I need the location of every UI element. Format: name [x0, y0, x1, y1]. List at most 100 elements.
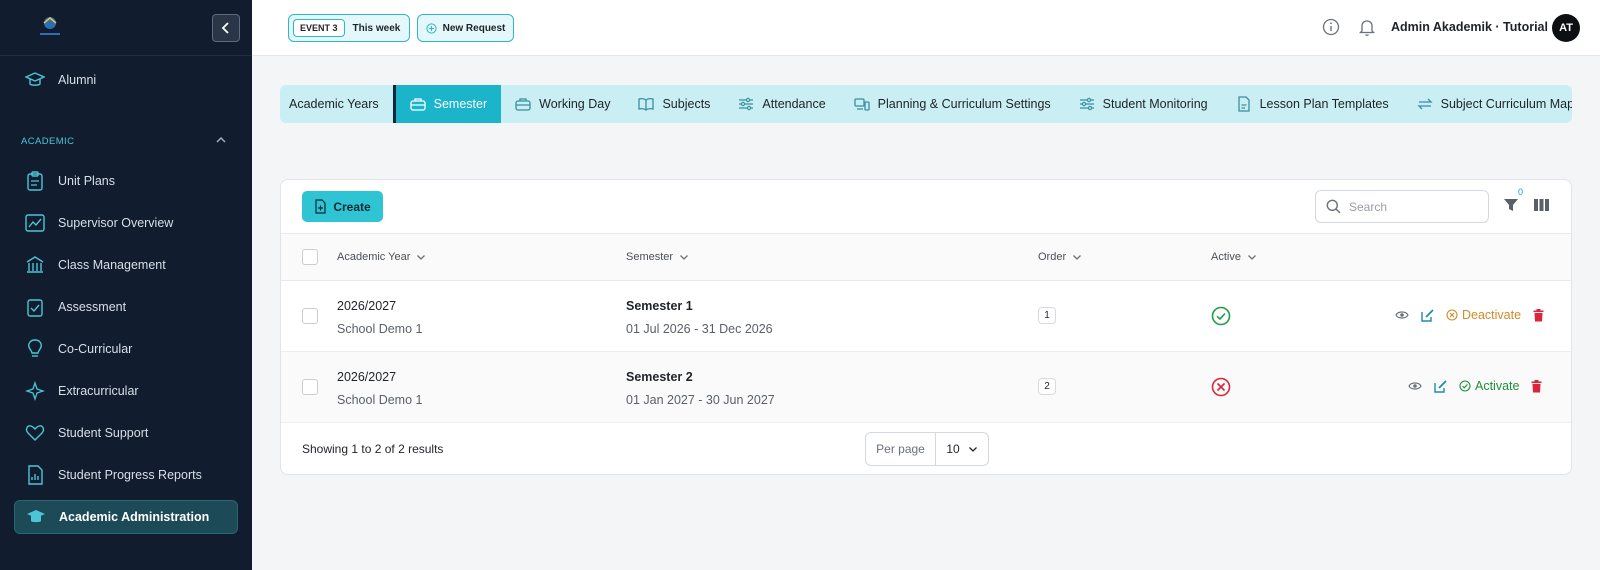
settings-tabs: Academic Years Semester Working Day Subj… [280, 85, 1572, 123]
eye-icon[interactable] [1395, 310, 1409, 320]
sidebar: Alumni ACADEMIC Unit Plans Supervisor Ov… [0, 0, 252, 570]
activate-button[interactable]: Activate [1459, 379, 1519, 393]
table-row: 2026/2027 School Demo 1 Semester 1 01 Ju… [281, 281, 1571, 352]
sidebar-item-class-management[interactable]: Class Management [14, 248, 238, 282]
chevron-down-icon [1073, 255, 1082, 260]
per-page-number: 10 [946, 442, 960, 456]
sidebar-item-academic-administration[interactable]: Academic Administration [14, 500, 238, 534]
tab-label: Student Monitoring [1102, 97, 1208, 111]
swap-icon [1417, 96, 1433, 112]
devices-icon [854, 96, 870, 112]
sidebar-item-alumni[interactable]: Alumni [14, 63, 238, 97]
chevron-down-icon [1248, 255, 1256, 260]
clipboard-check-icon [24, 296, 46, 318]
semester-dates: 01 Jan 2027 - 30 Jun 2027 [626, 393, 775, 407]
plus-circle-icon [425, 22, 437, 34]
sidebar-item-label: Co-Curricular [58, 342, 133, 356]
sidebar-item-unit-plans[interactable]: Unit Plans [14, 164, 238, 198]
new-request-button[interactable]: New Request [417, 14, 514, 42]
event-pill[interactable]: EVENT 3 This week [288, 14, 410, 42]
tab-academic-years[interactable]: Academic Years [280, 85, 393, 123]
filter-icon[interactable] [1503, 197, 1519, 213]
tab-subject-curriculum-mapping[interactable]: Subject Curriculum Mappi [1403, 85, 1572, 123]
search-icon [1326, 199, 1341, 214]
check-circle-icon [1211, 306, 1231, 326]
chart-icon [24, 212, 46, 234]
filter-count-badge: 0 [1518, 187, 1524, 197]
report-icon [24, 464, 46, 486]
chevron-up-icon[interactable] [215, 135, 227, 145]
column-header-order[interactable]: Order [1038, 251, 1082, 263]
tab-working-day[interactable]: Working Day [501, 85, 624, 123]
event-week-label: This week [352, 22, 401, 34]
info-icon[interactable] [1322, 18, 1340, 36]
academic-year-value: 2026/2027 [337, 370, 397, 384]
column-header-active[interactable]: Active [1211, 251, 1257, 263]
column-header-label: Order [1038, 251, 1067, 263]
academic-year-cell: 2026/2027 School Demo 1 [337, 370, 422, 407]
sidebar-item-student-support[interactable]: Student Support [14, 416, 238, 450]
tab-label: Subjects [662, 97, 711, 111]
trash-icon[interactable] [1531, 379, 1542, 393]
per-page-value[interactable]: 10 [936, 442, 988, 456]
sidebar-item-label: Assessment [58, 300, 127, 314]
lightbulb-icon [24, 338, 46, 360]
sidebar-collapse-button[interactable] [212, 14, 240, 42]
tab-subjects[interactable]: Subjects [624, 85, 724, 123]
sidebar-item-label: Alumni [58, 73, 97, 87]
sidebar-item-student-progress-reports[interactable]: Student Progress Reports [14, 458, 238, 492]
book-icon [638, 96, 655, 112]
results-summary: Showing 1 to 2 of 2 results [302, 442, 444, 456]
chevron-down-icon [680, 255, 689, 260]
sidebar-item-assessment[interactable]: Assessment [14, 290, 238, 324]
column-header-academic-year[interactable]: Academic Year [337, 251, 426, 263]
tab-lesson-plan-templates[interactable]: Lesson Plan Templates [1222, 85, 1403, 123]
semester-cell: Semester 1 01 Jul 2026 - 31 Dec 2026 [626, 299, 773, 336]
column-header-label: Active [1211, 251, 1241, 263]
row-checkbox[interactable] [302, 308, 318, 324]
tab-planning-curriculum-settings[interactable]: Planning & Curriculum Settings [840, 85, 1065, 123]
column-header-label: Semester [626, 251, 674, 263]
top-bar: EVENT 3 This week New Request Admin Akad… [252, 0, 1600, 56]
bell-icon[interactable] [1358, 18, 1376, 37]
sidebar-item-label: Unit Plans [58, 174, 115, 188]
school-logo [40, 17, 60, 35]
deactivate-label: Deactivate [1462, 308, 1522, 322]
sidebar-item-extracurricular[interactable]: Extracurricular [14, 374, 238, 408]
avatar[interactable]: AT [1552, 14, 1580, 42]
chevron-down-icon [417, 255, 426, 260]
semester-name: Semester 2 [626, 370, 693, 384]
heart-icon [24, 422, 46, 444]
edit-icon[interactable] [1434, 379, 1447, 393]
tab-label: Attendance [762, 97, 826, 111]
column-header-semester[interactable]: Semester [626, 251, 689, 263]
eye-icon[interactable] [1408, 381, 1422, 391]
file-icon [1236, 96, 1252, 112]
row-checkbox[interactable] [302, 379, 318, 395]
file-plus-icon [315, 199, 326, 214]
sidebar-item-supervisor-overview[interactable]: Supervisor Overview [14, 206, 238, 240]
graduation-cap-icon [25, 506, 47, 528]
semester-name: Semester 1 [626, 299, 693, 313]
create-button[interactable]: Create [302, 191, 383, 222]
sidebar-item-label: Student Support [58, 426, 149, 440]
create-button-label: Create [333, 199, 371, 214]
tab-student-monitoring[interactable]: Student Monitoring [1065, 85, 1222, 123]
select-all-checkbox[interactable] [302, 249, 318, 265]
trash-icon[interactable] [1533, 308, 1544, 322]
tab-semester[interactable]: Semester [392, 85, 502, 123]
sidebar-item-label: Supervisor Overview [58, 216, 174, 230]
graduation-cap-icon [24, 69, 46, 91]
tab-label: Planning & Curriculum Settings [877, 97, 1051, 111]
sidebar-item-label: Class Management [58, 258, 166, 272]
sidebar-item-co-curricular[interactable]: Co-Curricular [14, 332, 238, 366]
tab-attendance[interactable]: Attendance [724, 85, 839, 123]
per-page-select[interactable]: Per page 10 [865, 432, 989, 466]
columns-icon[interactable] [1533, 198, 1550, 212]
sidebar-item-label: Extracurricular [58, 384, 139, 398]
search-input[interactable] [1349, 199, 1469, 214]
user-name[interactable]: Admin Akademik · Tutorial [1391, 20, 1548, 34]
deactivate-button[interactable]: Deactivate [1446, 308, 1521, 322]
row-actions: Activate [1408, 379, 1542, 393]
edit-icon[interactable] [1421, 308, 1434, 322]
